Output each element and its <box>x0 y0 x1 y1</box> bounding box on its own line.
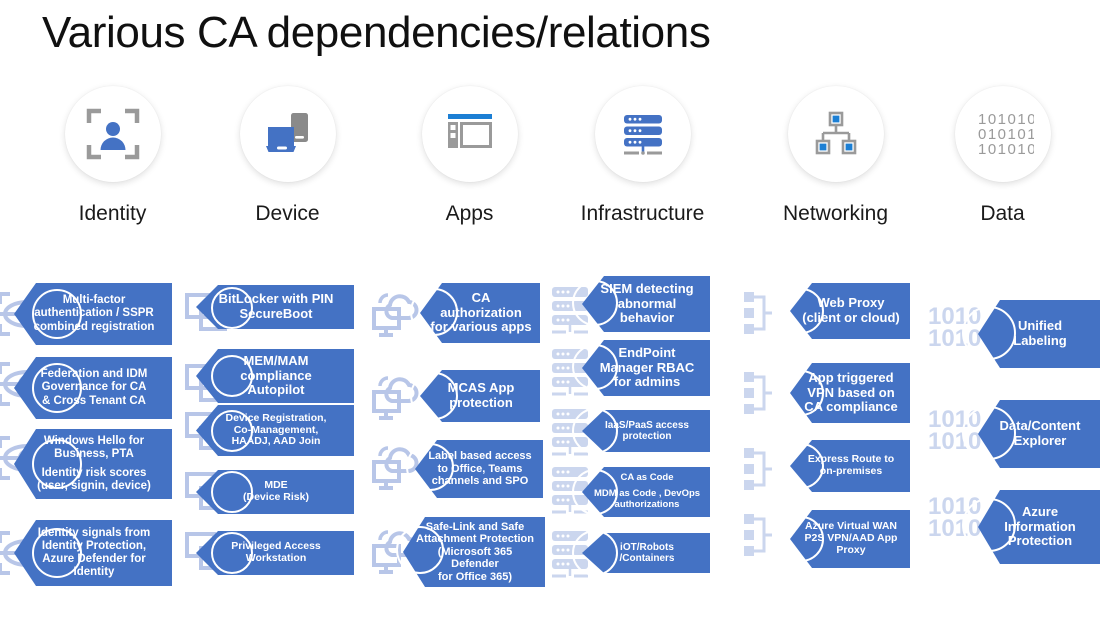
card-infrastructure-1[interactable]: SIEM detecting abnormal behavior <box>582 276 710 332</box>
card-apps-3[interactable]: Label based access to Office, Teams channe… <box>415 440 543 498</box>
column-label-apps: Apps <box>445 202 494 225</box>
network-topology-watermark-icon <box>744 514 772 556</box>
column-label-identity: Identity <box>78 202 147 225</box>
card-text: MEM/MAM compliance Autopilot <box>240 352 312 398</box>
column-header-data: 101010 010101 101010 Data <box>905 86 1100 226</box>
card-device-2[interactable]: MEM/MAM compliance Autopilot <box>196 349 354 403</box>
column-label-networking: Networking <box>782 202 889 225</box>
network-topology-watermark-icon <box>744 372 772 414</box>
card-text: App triggered VPN based on CA compliance <box>804 369 898 415</box>
binary-code-icon: 101010 010101 101010 <box>978 111 1034 158</box>
column-label-data: Data <box>980 202 1025 225</box>
card-identity-2[interactable]: Federation and IDM Governance for CA & Cro… <box>14 357 172 419</box>
networking-icon-badge <box>787 86 884 182</box>
network-topology-watermark-icon <box>744 292 772 334</box>
svg-text:101010: 101010 <box>978 141 1034 158</box>
card-identity-1[interactable]: Multi-factor authentication / SSPR combine… <box>14 283 172 345</box>
card-networking-4[interactable]: Azure Virtual WAN P2S VPN/AAD App Proxy <box>790 510 910 568</box>
card-apps-2[interactable]: MCAS App protection <box>420 370 540 422</box>
card-text: MCAS App protection <box>447 380 515 410</box>
card-text: EndPoint Manager RBAC for admins <box>599 344 695 390</box>
card-apps-1[interactable]: CA authorization for various apps <box>420 283 540 343</box>
column-header-device: Device <box>190 86 385 226</box>
card-text: Multi-factor authentication / SSPR combine… <box>33 294 155 333</box>
binary-code-watermark-icon: 10101010 <box>928 305 981 349</box>
infrastructure-icon-badge <box>594 86 691 182</box>
card-networking-3[interactable]: Express Route to on-premises <box>790 440 910 492</box>
binary-code-watermark-icon: 10101010 <box>928 495 981 539</box>
card-text: iOT/Robots /Containers <box>619 541 675 564</box>
card-text: CA authorization for various apps <box>430 289 532 335</box>
app-window-icon <box>447 114 492 148</box>
card-networking-1[interactable]: Web Proxy (client or cloud) <box>790 283 910 339</box>
column-label-infrastructure: Infrastructure <box>580 202 705 225</box>
card-infrastructure-2[interactable]: EndPoint Manager RBAC for admins <box>582 340 710 396</box>
card-data-3[interactable]: Azure Information Protection <box>978 490 1100 564</box>
server-rack-icon <box>623 115 662 155</box>
column-label-device: Device <box>255 202 320 225</box>
cloud-monitor-watermark-icon <box>372 376 419 420</box>
card-text: CA as Code MDM as Code , DevOps authorizat… <box>593 472 701 510</box>
card-text: Azure Virtual WAN P2S VPN/AAD App Proxy <box>804 520 898 556</box>
card-text: Label based access to Office, Teams channe… <box>428 450 532 488</box>
card-text: Safe-Link and Safe Attachment Protection(… <box>416 520 534 583</box>
column-header-networking: Networking <box>738 86 933 226</box>
column-header-infrastructure: Infrastructure <box>545 86 740 226</box>
card-device-5[interactable]: Privileged Access Workstation <box>196 531 354 575</box>
network-topology-icon <box>815 111 856 155</box>
device-icon-badge <box>239 86 336 182</box>
data-icon-badge: 101010 010101 101010 <box>954 86 1051 182</box>
cloud-monitor-watermark-icon <box>372 293 419 337</box>
card-data-2[interactable]: Data/Content Explorer <box>978 400 1100 468</box>
identity-icon-badge <box>64 86 161 182</box>
card-text: Web Proxy (client or cloud) <box>802 295 900 325</box>
card-text: Privileged Access Workstation <box>231 540 321 564</box>
card-device-4[interactable]: MDE (Device Risk) <box>196 470 354 514</box>
page-title: Various CA dependencies/relations <box>42 8 711 57</box>
card-text: Azure Information Protection <box>1004 503 1076 549</box>
column-header-apps: Apps <box>372 86 567 226</box>
column-header-identity: Identity <box>15 86 210 226</box>
card-text: Data/Content Explorer <box>999 418 1081 448</box>
card-text: Express Route to on-premises <box>807 453 895 477</box>
laptop-phone-icon <box>265 113 308 152</box>
card-infrastructure-3[interactable]: IaaS/PaaS access protection <box>582 410 710 452</box>
card-text: Windows Hello for Business, PTA Identity r… <box>37 435 151 492</box>
card-apps-4[interactable]: Safe-Link and Safe Attachment Protection(… <box>403 517 545 587</box>
svg-text:1010: 1010 <box>928 428 981 452</box>
card-networking-2[interactable]: App triggered VPN based on CA compliance <box>790 363 910 423</box>
card-identity-3[interactable]: Windows Hello for Business, PTA Identity r… <box>14 429 172 499</box>
card-identity-4[interactable]: Identity signals from Identity Protection… <box>14 520 172 586</box>
card-data-1[interactable]: Unified Labeling <box>978 300 1100 368</box>
card-text: SIEM detecting abnormal behavior <box>600 280 694 326</box>
card-device-3[interactable]: Device Registration, Co-Management, HAADJ,… <box>196 405 354 456</box>
slide-canvas: Various CA dependencies/relations Identi… <box>0 0 1112 621</box>
card-text: MDE (Device Risk) <box>243 479 309 503</box>
card-text: Device Registration, Co-Management, HAADJ,… <box>225 411 327 448</box>
card-infrastructure-4[interactable]: CA as Code MDM as Code , DevOps authorizat… <box>582 467 710 517</box>
svg-text:1010: 1010 <box>928 325 981 349</box>
card-infrastructure-5[interactable]: iOT/Robots /Containers <box>582 533 710 573</box>
card-text: Unified Labeling <box>1013 318 1067 348</box>
person-viewfinder-icon <box>86 108 139 160</box>
card-device-1[interactable]: BitLocker with PIN SecureBoot <box>196 285 354 329</box>
card-text: BitLocker with PIN SecureBoot <box>218 291 334 321</box>
card-text: Identity signals from Identity Protection… <box>37 526 151 579</box>
apps-icon-badge <box>421 86 518 182</box>
card-text: IaaS/PaaS access protection <box>605 419 689 442</box>
svg-text:1010: 1010 <box>928 515 981 539</box>
card-text: Federation and IDM Governance for CA & Cro… <box>40 368 148 407</box>
network-topology-watermark-icon <box>744 448 772 490</box>
